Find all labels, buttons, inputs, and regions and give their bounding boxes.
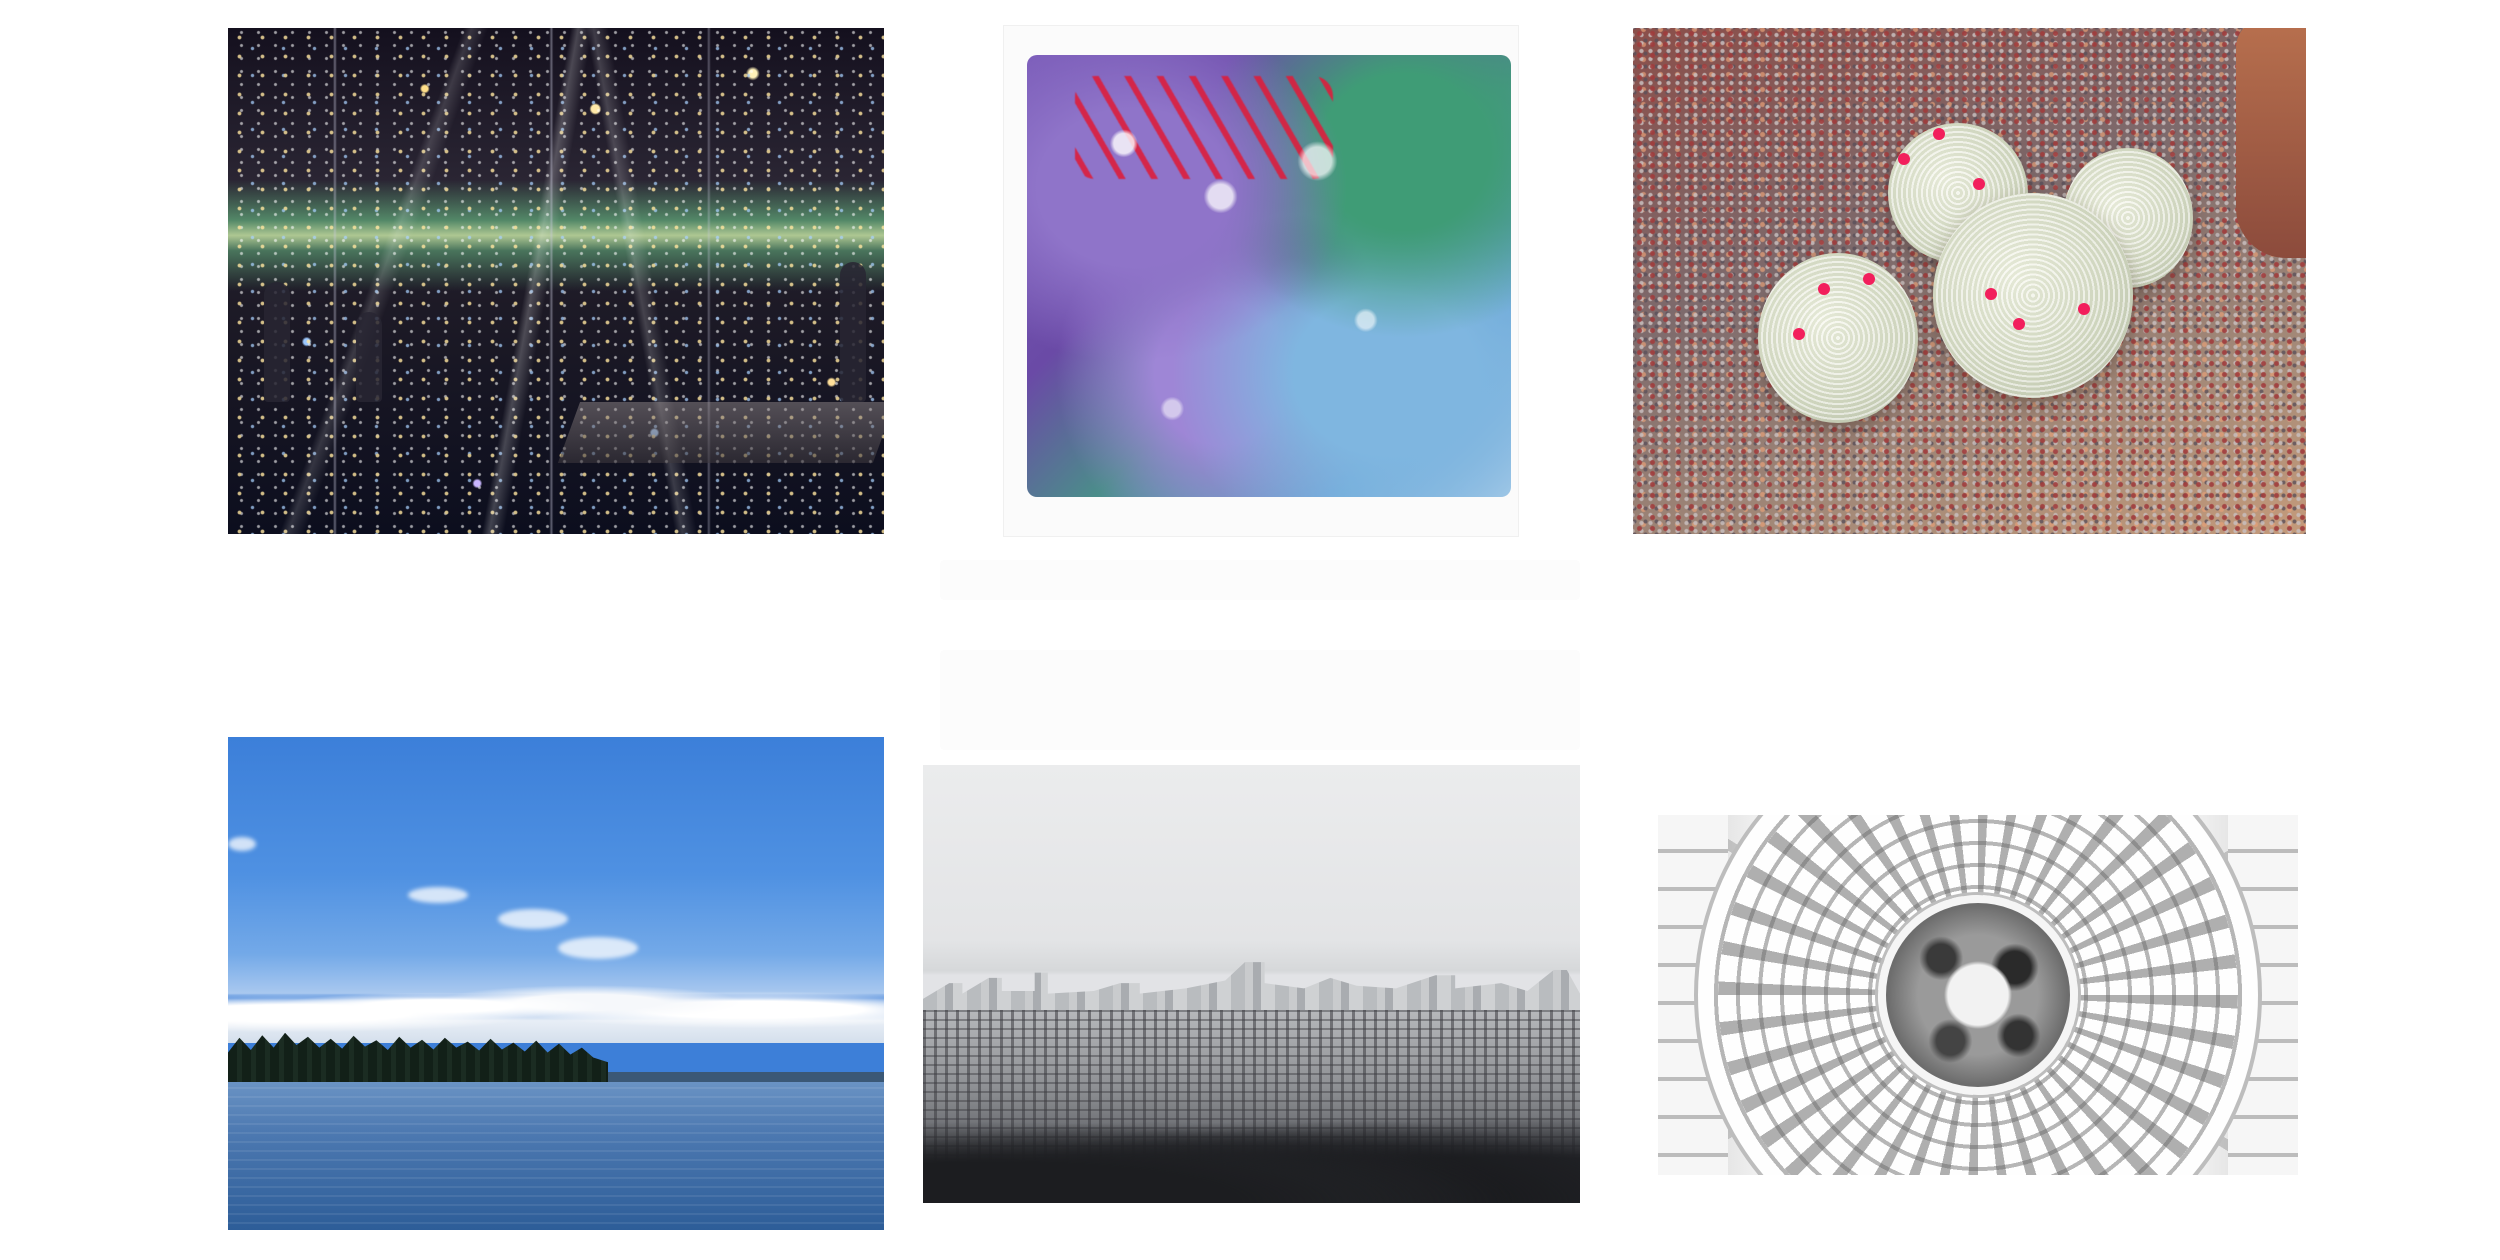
cactus-photo[interactable] (1633, 28, 2306, 534)
cactus-flower (2013, 318, 2025, 330)
walkway (558, 402, 884, 464)
cactus-flower (1973, 178, 1985, 190)
background-shade (940, 560, 1580, 600)
cactus-head (1758, 253, 1918, 423)
cactus-flower (1933, 128, 1945, 140)
dome-oculus (1878, 895, 2078, 1095)
gloss-highlights (1027, 55, 1511, 497)
mirror-room-photo[interactable] (228, 28, 884, 534)
photo-gallery (0, 0, 2500, 1260)
visitor-silhouette (356, 312, 382, 403)
cactus-flower (1863, 273, 1875, 285)
cactus-flower (2078, 303, 2090, 315)
visitor-silhouette (264, 282, 290, 403)
cloud (558, 937, 638, 959)
capitol-dome-photo[interactable] (1658, 815, 2298, 1175)
resin-sculpture-photo[interactable] (1003, 25, 1519, 537)
cloud (228, 837, 256, 851)
cactus-flower (1985, 288, 1997, 300)
background-shade (940, 650, 1580, 750)
cactus-flower (1818, 283, 1830, 295)
cactus-flower (1793, 328, 1805, 340)
cloud-bank (228, 968, 884, 1043)
water-ripples (228, 1087, 884, 1230)
foreground-trees (923, 1106, 1580, 1203)
visitor-silhouette (840, 262, 866, 403)
cloud (498, 909, 568, 929)
city-skyline-photo[interactable] (923, 765, 1580, 1203)
lake-photo[interactable] (228, 737, 884, 1230)
cloud (408, 887, 468, 903)
cactus-flower (1898, 153, 1910, 165)
cactus-head (1933, 193, 2133, 398)
red-rock (2236, 28, 2306, 258)
distant-shore (608, 1072, 884, 1083)
